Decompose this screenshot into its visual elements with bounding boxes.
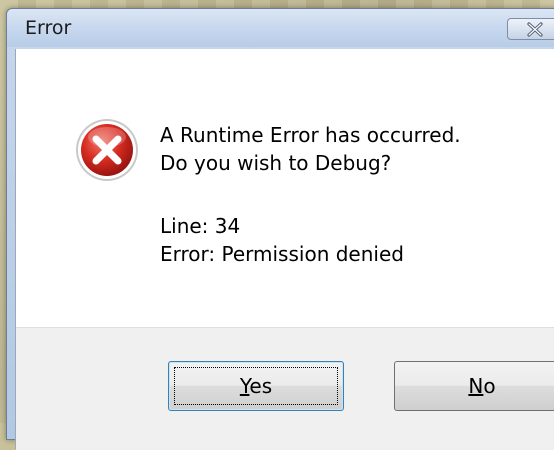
window-title: Error bbox=[25, 17, 72, 39]
message-area: A Runtime Error has occurred. Do you wis… bbox=[16, 49, 554, 327]
no-accelerator: N bbox=[468, 374, 484, 398]
message-line-2: Do you wish to Debug? bbox=[160, 151, 392, 175]
error-line-number: Line: 34 bbox=[160, 214, 241, 238]
no-button[interactable]: No bbox=[394, 361, 554, 411]
focus-ring bbox=[174, 367, 338, 405]
button-bar: Yes No bbox=[16, 327, 554, 450]
message-line-1: A Runtime Error has occurred. bbox=[160, 123, 461, 147]
error-dialog: Error A Runtime Error has occurred. Do y… bbox=[6, 8, 554, 450]
title-bar[interactable]: Error bbox=[7, 9, 554, 47]
dialog-body: A Runtime Error has occurred. Do you wis… bbox=[15, 49, 554, 450]
error-description: Error: Permission denied bbox=[160, 242, 404, 266]
close-icon bbox=[527, 22, 543, 37]
error-icon bbox=[76, 119, 138, 181]
close-button[interactable] bbox=[507, 18, 554, 40]
yes-button[interactable]: Yes bbox=[168, 361, 344, 411]
no-label-rest: o bbox=[483, 374, 496, 398]
